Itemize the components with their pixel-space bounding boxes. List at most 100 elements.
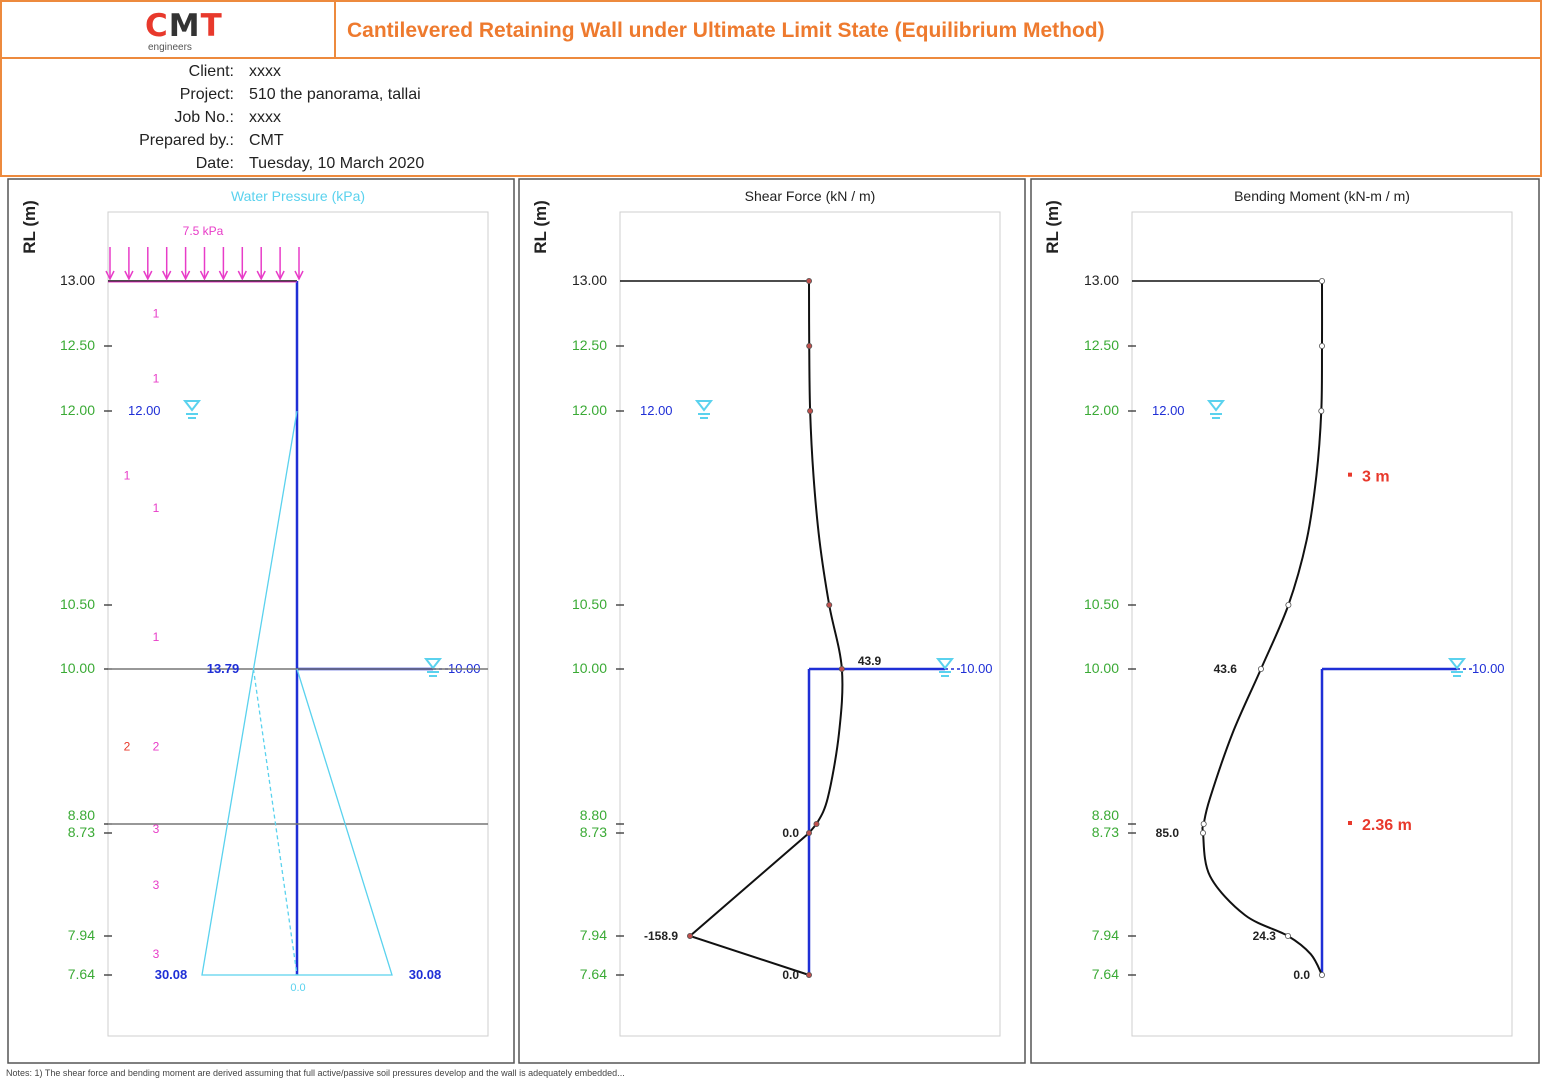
y-tick-label: 7.64 [1092, 966, 1119, 982]
y-tick-label: 10.00 [1084, 660, 1119, 676]
y-tick-label: 7.94 [68, 927, 95, 943]
charts-svg: RL (m) Water Pressure (kPa) 13.00 12.50 12.0… [7, 178, 1540, 1064]
y-axis-label: RL (m) [531, 200, 550, 254]
curve-point-marker [1285, 601, 1292, 608]
y-tick-label: 7.64 [68, 966, 95, 982]
chart-title: Shear Force (kN / m) [745, 188, 876, 204]
surcharge-label: 7.5 kPa [183, 224, 224, 238]
curve-value-label: -158.9 [644, 929, 678, 943]
soil-layer-number: 2 [124, 740, 131, 754]
curve-point-marker [1319, 278, 1326, 285]
soil-layer-number: 1 [153, 501, 160, 515]
project-info-row: Job No.: xxxx [2, 109, 702, 131]
project-info-value: Tuesday, 10 March 2020 [249, 155, 425, 172]
pressure-value-label: 0.0 [290, 982, 305, 994]
depth-annotation: 2.36 m [1362, 817, 1412, 834]
charts-area: RL (m) Water Pressure (kPa) 13.00 12.50 12.0… [0, 177, 1544, 1067]
curve-value-label: 0.0 [782, 826, 799, 840]
soil-layer-number: 3 [153, 878, 160, 892]
soil-layer-number: 1 [153, 372, 160, 386]
curve-value-label: 24.3 [1253, 929, 1277, 943]
curve-value-label: 43.6 [1214, 662, 1238, 676]
pressure-value-label: 13.79 [207, 661, 240, 676]
soil-layer-number: 1 [153, 307, 160, 321]
soil-layer-number: 3 [153, 822, 160, 836]
notes-text: Notes: 1) The shear force and bending mo… [6, 1068, 625, 1078]
pressure-value-label: 30.08 [409, 967, 442, 982]
curve-value-label: 0.0 [782, 968, 799, 982]
curve-point-marker [813, 821, 820, 828]
project-info-label: Job No.: [174, 109, 234, 126]
pressure-value-label: 30.08 [155, 967, 188, 982]
water-table-label: 10.00 [1472, 661, 1505, 676]
soil-layer-number: 1 [124, 469, 131, 483]
y-tick-label: 8.80 [68, 807, 95, 823]
project-info-value: CMT [249, 132, 284, 149]
curve-point-marker [807, 407, 814, 414]
annotation-marker [1348, 472, 1352, 477]
y-tick-label: 10.50 [572, 596, 607, 612]
y-tick-label: 8.73 [580, 824, 607, 840]
curve-point-marker [838, 665, 845, 672]
curve-value-label: 85.0 [1156, 826, 1180, 840]
report-title: Cantilevered Retaining Wall under Ultima… [347, 19, 1105, 42]
y-tick-label: 7.64 [580, 966, 607, 982]
y-tick-label: 12.00 [60, 402, 95, 418]
project-info-row: Date: Tuesday, 10 March 2020 [2, 155, 702, 177]
project-info-value: xxxx [249, 63, 281, 80]
project-info-row: Prepared by.: CMT [2, 132, 702, 154]
report-header: CMT engineers Cantilevered Retaining Wal… [0, 0, 1542, 59]
soil-layer-number: 2 [153, 740, 160, 754]
water-table-label: 12.00 [128, 403, 161, 418]
curve-point-marker [1318, 407, 1325, 414]
y-tick-label: 12.50 [572, 337, 607, 353]
y-tick-label: 10.50 [1084, 596, 1119, 612]
project-info-value: xxxx [249, 109, 281, 126]
logo-letter-t: T [200, 8, 223, 44]
y-tick-label: 7.94 [580, 927, 607, 943]
y-tick-label: 8.73 [1092, 824, 1119, 840]
curve-point-marker [1319, 342, 1326, 349]
y-tick-label: 10.50 [60, 596, 95, 612]
y-tick-label: 8.80 [1092, 807, 1119, 823]
y-tick-label: 12.50 [60, 337, 95, 353]
curve-value-label: 0.0 [1293, 968, 1310, 982]
project-info-row: Client: xxxx [2, 63, 702, 85]
y-tick-label: 12.50 [1084, 337, 1119, 353]
y-tick-label: 8.80 [580, 807, 607, 823]
curve-point-marker [1319, 972, 1326, 979]
curve-point-marker [1257, 665, 1264, 672]
project-info-label: Project: [179, 86, 234, 103]
soil-layer-number: 3 [153, 947, 160, 961]
curve-point-marker [826, 601, 833, 608]
y-tick-label: 13.00 [572, 272, 607, 288]
project-info-label: Prepared by.: [139, 132, 234, 149]
curve-point-marker [806, 278, 813, 285]
curve-point-marker [806, 830, 813, 837]
curve-point-marker [687, 933, 694, 940]
y-axis-label: RL (m) [1043, 200, 1062, 254]
annotation-marker [1348, 821, 1352, 825]
project-info: Client: xxxx Project: 510 the panorama, tal… [0, 59, 1542, 177]
project-info-label: Date: [195, 155, 234, 172]
curve-point-marker [806, 972, 813, 979]
y-tick-label: 12.00 [572, 402, 607, 418]
curve-point-marker [806, 342, 813, 349]
curve-value-label: 43.9 [858, 654, 882, 668]
y-tick-label: 12.00 [1084, 402, 1119, 418]
y-tick-label: 13.00 [60, 272, 95, 288]
project-info-row: Project: 510 the panorama, tallai [2, 86, 702, 108]
y-tick-label: 10.00 [60, 660, 95, 676]
logo-box: CMT engineers [2, 2, 336, 57]
water-table-label: 12.00 [1152, 403, 1185, 418]
curve-point-marker [1200, 821, 1207, 828]
depth-annotation: 3 m [1362, 469, 1390, 486]
y-tick-label: 7.94 [1092, 927, 1119, 943]
company-logo: CMT [145, 8, 223, 44]
water-table-label: 10.00 [960, 661, 993, 676]
curve-point-marker [1200, 830, 1207, 837]
chart-title: Bending Moment (kN-m / m) [1234, 188, 1410, 204]
logo-subtitle: engineers [148, 42, 192, 53]
y-tick-label: 13.00 [1084, 272, 1119, 288]
chart-title: Water Pressure (kPa) [231, 188, 365, 204]
